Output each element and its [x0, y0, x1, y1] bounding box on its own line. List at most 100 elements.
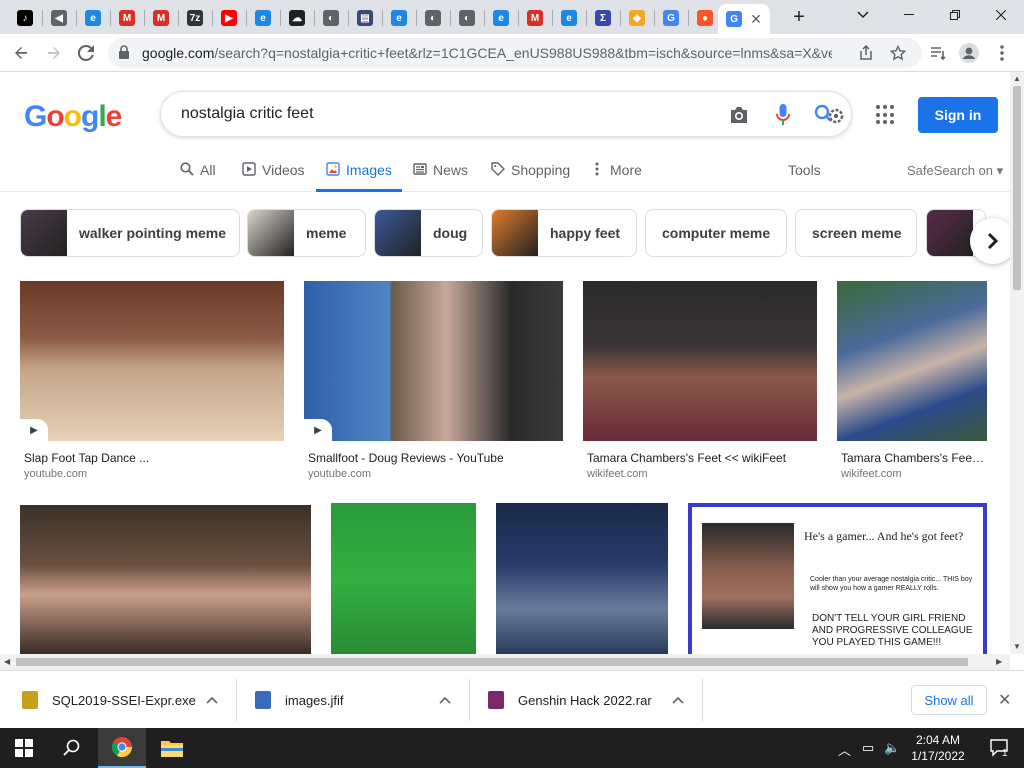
scroll-right-icon[interactable]: ▶: [996, 657, 1002, 666]
browser-tab[interactable]: ☁: [280, 4, 314, 32]
close-download-bar-icon[interactable]: ✕: [998, 690, 1011, 710]
browser-tab[interactable]: e: [382, 4, 416, 32]
google-apps-icon[interactable]: [876, 105, 896, 125]
browser-tab[interactable]: G ✕: [718, 4, 770, 34]
download-options-chevron-icon[interactable]: [439, 683, 451, 717]
forward-button[interactable]: [40, 39, 68, 67]
result-thumbnail[interactable]: [20, 505, 311, 654]
taskbar-chrome-button[interactable]: [98, 728, 146, 768]
chrome-menu-button[interactable]: [988, 39, 1016, 67]
address-bar[interactable]: google.com/search?q=nostalgia+critic+fee…: [108, 38, 922, 68]
download-options-chevron-icon[interactable]: [672, 683, 684, 717]
browser-tab[interactable]: ◐: [450, 4, 484, 32]
vertical-scroll-thumb[interactable]: [1013, 86, 1021, 290]
show-all-downloads-button[interactable]: Show all: [911, 685, 987, 715]
safesearch-toggle[interactable]: SafeSearch on ▾: [907, 163, 1003, 179]
tray-expand-icon[interactable]: ︿: [838, 740, 851, 759]
network-icon[interactable]: ▭: [862, 740, 874, 756]
nav-tab-all[interactable]: All: [180, 158, 216, 192]
result-title[interactable]: Tamara Chambers's Feet << wikiFeet: [587, 451, 815, 465]
tab-search-button[interactable]: [840, 0, 886, 30]
new-tab-button[interactable]: +: [784, 2, 814, 32]
browser-tab[interactable]: ◆: [620, 4, 654, 32]
result-thumbnail[interactable]: [837, 281, 987, 441]
browser-tab[interactable]: ▤: [348, 4, 382, 32]
scroll-left-icon[interactable]: ◀: [4, 657, 10, 666]
google-logo[interactable]: Google: [24, 100, 122, 134]
restore-button[interactable]: [932, 0, 978, 30]
related-chip[interactable]: screen meme: [795, 209, 917, 257]
close-tab-icon[interactable]: ✕: [750, 11, 762, 28]
taskbar-clock[interactable]: 2:04 AM 1/17/2022: [906, 732, 970, 764]
taskbar-search-button[interactable]: [48, 728, 96, 768]
browser-tab[interactable]: ●: [688, 4, 722, 32]
browser-tab[interactable]: ▶: [212, 4, 246, 32]
bookmark-star-icon[interactable]: [888, 43, 908, 63]
nav-tab-more[interactable]: More: [590, 158, 642, 192]
search-input[interactable]: nostalgia critic feet: [181, 105, 314, 123]
profile-button[interactable]: [955, 39, 983, 67]
volume-muted-icon[interactable]: 🔈: [884, 740, 900, 756]
result-thumbnail[interactable]: [496, 503, 668, 654]
browser-tab[interactable]: M: [144, 4, 178, 32]
image-result[interactable]: Tamara Chambers's Feet << wikiFeet wikife…: [583, 281, 817, 483]
related-chip[interactable]: happy feet: [491, 209, 637, 257]
result-source[interactable]: wikifeet.com: [841, 468, 902, 480]
horizontal-scroll-thumb[interactable]: [16, 658, 968, 666]
back-button[interactable]: [7, 39, 35, 67]
notification-center-button[interactable]: 1: [976, 728, 1024, 768]
taskbar-file-explorer-button[interactable]: [148, 728, 196, 768]
result-thumbnail[interactable]: ▶: [20, 281, 284, 441]
related-chip[interactable]: meme: [247, 209, 366, 257]
result-source[interactable]: youtube.com: [24, 468, 87, 480]
download-item[interactable]: images.jfif: [255, 683, 344, 717]
browser-tab[interactable]: ◐: [314, 4, 348, 32]
browser-tab[interactable]: ◀: [42, 4, 76, 32]
download-item[interactable]: Genshin Hack 2022.rar: [488, 683, 652, 717]
result-thumbnail[interactable]: [583, 281, 817, 441]
reload-button[interactable]: [72, 39, 100, 67]
result-source[interactable]: wikifeet.com: [587, 468, 648, 480]
camera-icon[interactable]: [727, 103, 751, 127]
search-box[interactable]: nostalgia critic feet: [160, 91, 852, 137]
browser-tab[interactable]: e: [246, 4, 280, 32]
related-chip[interactable]: walker pointing meme: [20, 209, 240, 257]
search-settings-icon[interactable]: [813, 103, 847, 127]
scroll-down-icon[interactable]: ▼: [1013, 642, 1021, 651]
browser-tab[interactable]: 7z: [178, 4, 212, 32]
download-item[interactable]: SQL2019-SSEI-Expr.exe: [22, 683, 196, 717]
image-result[interactable]: ▶ Slap Foot Tap Dance ... youtube.com: [20, 281, 284, 483]
nav-tab-news[interactable]: News: [413, 158, 468, 192]
result-title[interactable]: Slap Foot Tap Dance ...: [24, 451, 282, 465]
close-window-button[interactable]: [978, 0, 1024, 30]
nav-tab-images[interactable]: Images: [316, 158, 402, 192]
browser-tab[interactable]: ♪: [8, 4, 42, 32]
result-thumbnail[interactable]: [331, 503, 476, 654]
related-chip[interactable]: computer meme: [645, 209, 787, 257]
browser-tab[interactable]: ◐: [416, 4, 450, 32]
browser-tab[interactable]: M: [110, 4, 144, 32]
browser-tab[interactable]: e: [484, 4, 518, 32]
reading-list-button[interactable]: [924, 39, 952, 67]
sign-in-button[interactable]: Sign in: [918, 97, 998, 133]
browser-tab[interactable]: e: [552, 4, 586, 32]
minimize-button[interactable]: [886, 0, 932, 30]
windows-start-button[interactable]: [0, 728, 48, 768]
nav-tab-shopping[interactable]: Shopping: [491, 158, 570, 192]
browser-tab[interactable]: Σ: [586, 4, 620, 32]
download-options-chevron-icon[interactable]: [206, 683, 218, 717]
result-title[interactable]: Tamara Chambers's Feet << ...: [841, 451, 985, 465]
browser-tab[interactable]: M: [518, 4, 552, 32]
result-title[interactable]: Smallfoot - Doug Reviews - YouTube: [308, 451, 561, 465]
image-result[interactable]: Tamara Chambers's Feet << ... wikifeet.co…: [837, 281, 987, 483]
browser-tab[interactable]: e: [76, 4, 110, 32]
vertical-scrollbar[interactable]: ▲ ▼: [1010, 72, 1024, 654]
nav-tab-videos[interactable]: Videos: [242, 158, 305, 192]
scroll-up-icon[interactable]: ▲: [1013, 74, 1021, 83]
horizontal-scrollbar[interactable]: ◀ ▶: [0, 654, 1010, 670]
result-thumbnail[interactable]: ▶: [304, 281, 563, 441]
result-source[interactable]: youtube.com: [308, 468, 371, 480]
image-result[interactable]: ▶ Smallfoot - Doug Reviews - YouTube youtu…: [304, 281, 563, 483]
tools-button[interactable]: Tools: [788, 162, 821, 178]
microphone-icon[interactable]: [771, 103, 795, 127]
